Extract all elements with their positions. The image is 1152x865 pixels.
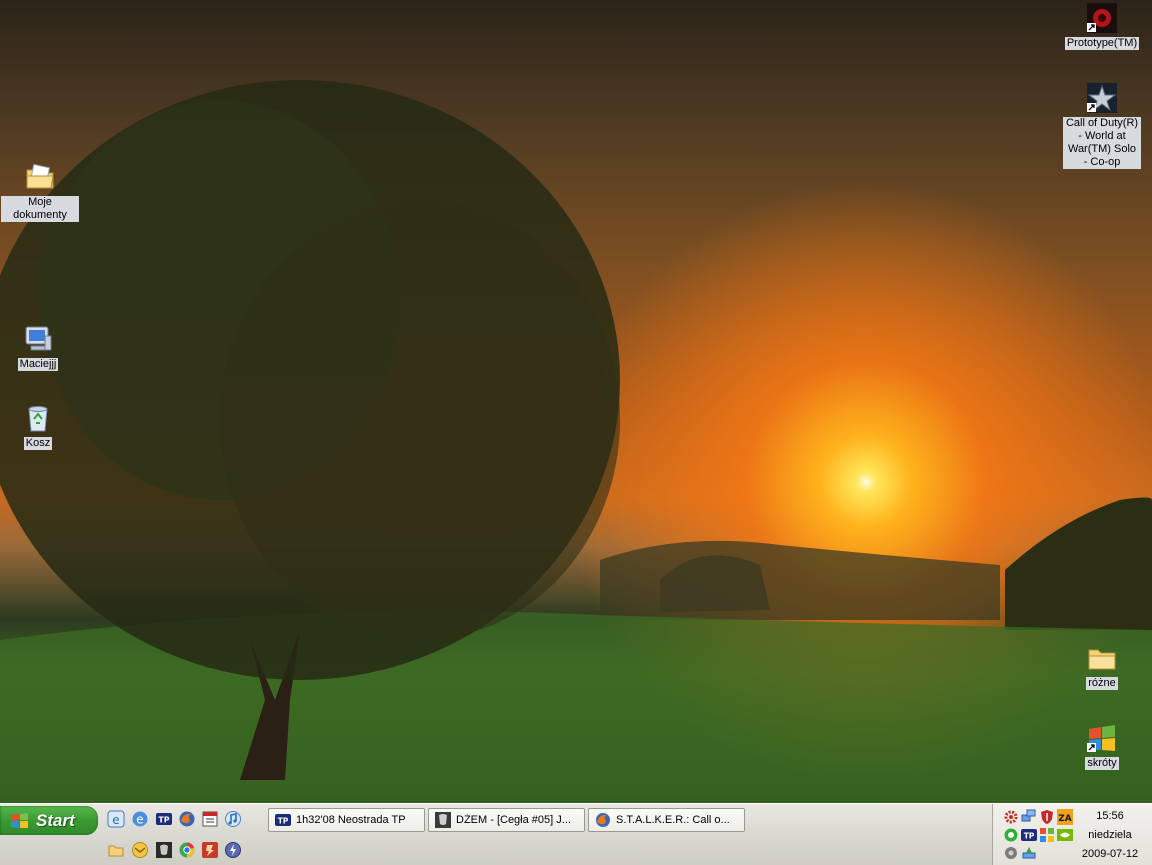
taskbar-button-firefox[interactable]: S.T.A.L.K.E.R.: Call o... [588,808,745,832]
chrome-icon[interactable] [178,841,196,859]
desktop-icon-skroty[interactable]: skróty [1062,721,1142,770]
svg-text:e: e [136,813,143,827]
winamp-icon [435,812,451,828]
windows-logo-icon [11,812,28,828]
desktop-icon-label: skróty [1085,757,1119,770]
folder-icon[interactable] [107,841,125,859]
system-tray: ZA TP 15:56 niedziela 2009-07-12 [992,804,1152,865]
folder-icon [1088,649,1116,670]
itunes-icon[interactable] [224,810,242,828]
svg-text:TP: TP [278,817,289,826]
desktop-icon-recycle-bin[interactable]: Kosz [0,401,78,450]
start-label: Start [36,810,75,830]
taskbar-button-label: 1h32'08 Neostrada TP [296,814,406,826]
tp-icon[interactable]: TP [155,810,173,828]
taskbar-button-neostrada[interactable]: TP 1h32'08 Neostrada TP [268,808,425,832]
svg-text:TP: TP [1024,832,1035,841]
clock-day: niedziela [1088,829,1132,841]
browser-icon[interactable]: e [131,810,149,828]
nvidia-icon[interactable] [1057,827,1073,843]
start-button[interactable]: Start [0,806,98,835]
desktop-icon-label: Kosz [23,437,53,450]
mail-icon[interactable] [131,841,149,859]
network-computers-icon[interactable] [1021,809,1037,825]
clock-date: 2009-07-12 [1081,848,1139,860]
firefox-icon [596,813,610,827]
firefox-icon[interactable] [178,810,196,828]
zonealarm-icon[interactable]: ZA [1057,809,1073,825]
taskbar-button-label: DŻEM - [Cegła #05] J... [456,814,571,826]
desktop-icon-label: różne [1086,677,1118,690]
svg-text:TP: TP [158,816,169,825]
opera-icon[interactable] [201,841,219,859]
desktop-icon-my-documents[interactable]: Moje dokumenty [0,160,80,222]
recycle-bin-icon [28,406,48,432]
windows-flag-icon[interactable] [1039,827,1055,843]
windows-shortcut-icon [1087,725,1115,752]
computer-icon [25,326,52,351]
desktop-icon-label: Call of Duty(R) - World at War(TM) Solo … [1063,117,1141,169]
taskbar: Start e e TP TP 1h32'08 Neostrada TP DŻE… [0,803,1152,865]
calendar-icon[interactable] [201,810,219,828]
safely-remove-icon[interactable] [1021,845,1037,861]
desktop-icon-my-computer[interactable]: Maciejjj [0,322,78,371]
call-of-duty-game-icon [1087,83,1117,113]
desktop-icon-rozne-folder[interactable]: różne [1062,641,1142,690]
folder-documents-icon [26,163,54,189]
background-landscape [0,80,1152,803]
desktop-icon-label: Prototype(TM) [1064,37,1140,50]
desktop-icon-call-of-duty[interactable]: Call of Duty(R) - World at War(TM) Solo … [1062,81,1142,169]
shield-icon[interactable] [1039,809,1055,825]
desktop[interactable]: Moje dokumenty Maciejjj Kosz Prototype(T… [0,0,1152,803]
desktop-icon-label: Maciejjj [17,358,59,371]
clock-time[interactable]: 15:56 [1073,810,1147,822]
winamp-icon[interactable] [224,841,242,859]
stalker-icon[interactable] [155,841,173,859]
ie-icon[interactable]: e [107,810,125,828]
taskbar-button-label: S.T.A.L.K.E.R.: Call o... [616,814,730,826]
green-status-icon[interactable] [1003,827,1019,843]
prototype-game-icon [1087,3,1117,33]
svg-text:e: e [112,813,119,827]
desktop-icon-label: Moje dokumenty [1,196,79,222]
desktop-icon-prototype[interactable]: Prototype(TM) [1062,1,1142,50]
taskbar-button-winamp[interactable]: DŻEM - [Cegła #05] J... [428,808,585,832]
network-gear-icon[interactable] [1003,809,1019,825]
tp-icon: TP [275,814,291,826]
speaker-icon[interactable] [1003,845,1019,861]
svg-text:ZA: ZA [1058,814,1072,824]
tp-icon[interactable]: TP [1021,827,1037,843]
